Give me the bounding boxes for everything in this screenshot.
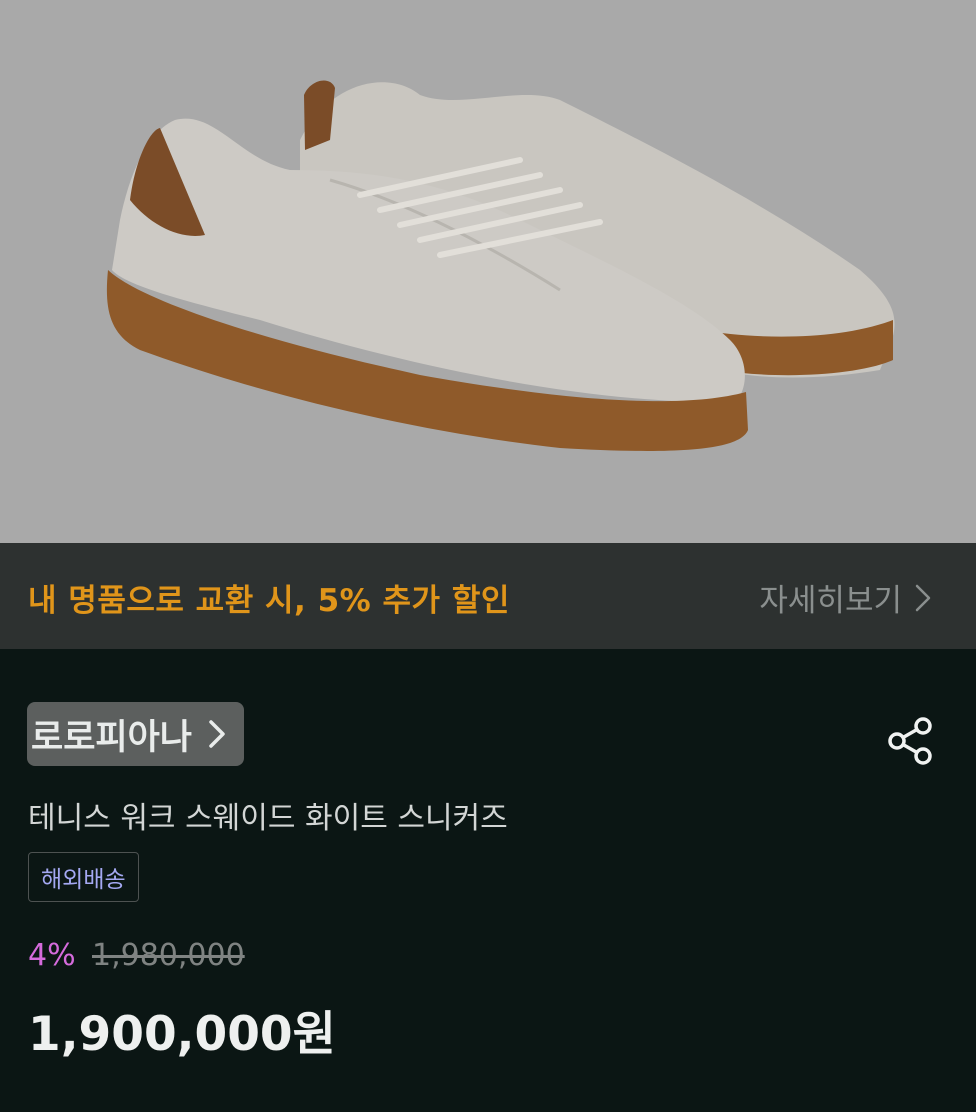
promo-details-label: 자세히보기 (759, 583, 902, 619)
chevron-right-icon (915, 584, 931, 611)
original-price: 1,980,000 (92, 938, 245, 973)
sneakers-illustration (0, 0, 976, 543)
brand-link[interactable]: 로로피아나 (27, 702, 245, 766)
product-title: 테니스 워크 스웨이드 화이트 스니커즈 (28, 801, 508, 836)
shipping-badge: 해외배송 (28, 852, 139, 902)
chevron-right-icon (209, 720, 225, 748)
promo-details-link[interactable]: 자세히보기 (759, 575, 932, 620)
brand-name: 로로피아나 (31, 717, 193, 758)
sale-price: 1,900,000원 (28, 1007, 336, 1062)
promo-text: 내 명품으로 교환 시, 5% 추가 할인 (28, 583, 510, 619)
discount-rate: 4% (28, 938, 76, 973)
share-icon[interactable] (884, 714, 940, 770)
product-image[interactable] (0, 0, 976, 543)
